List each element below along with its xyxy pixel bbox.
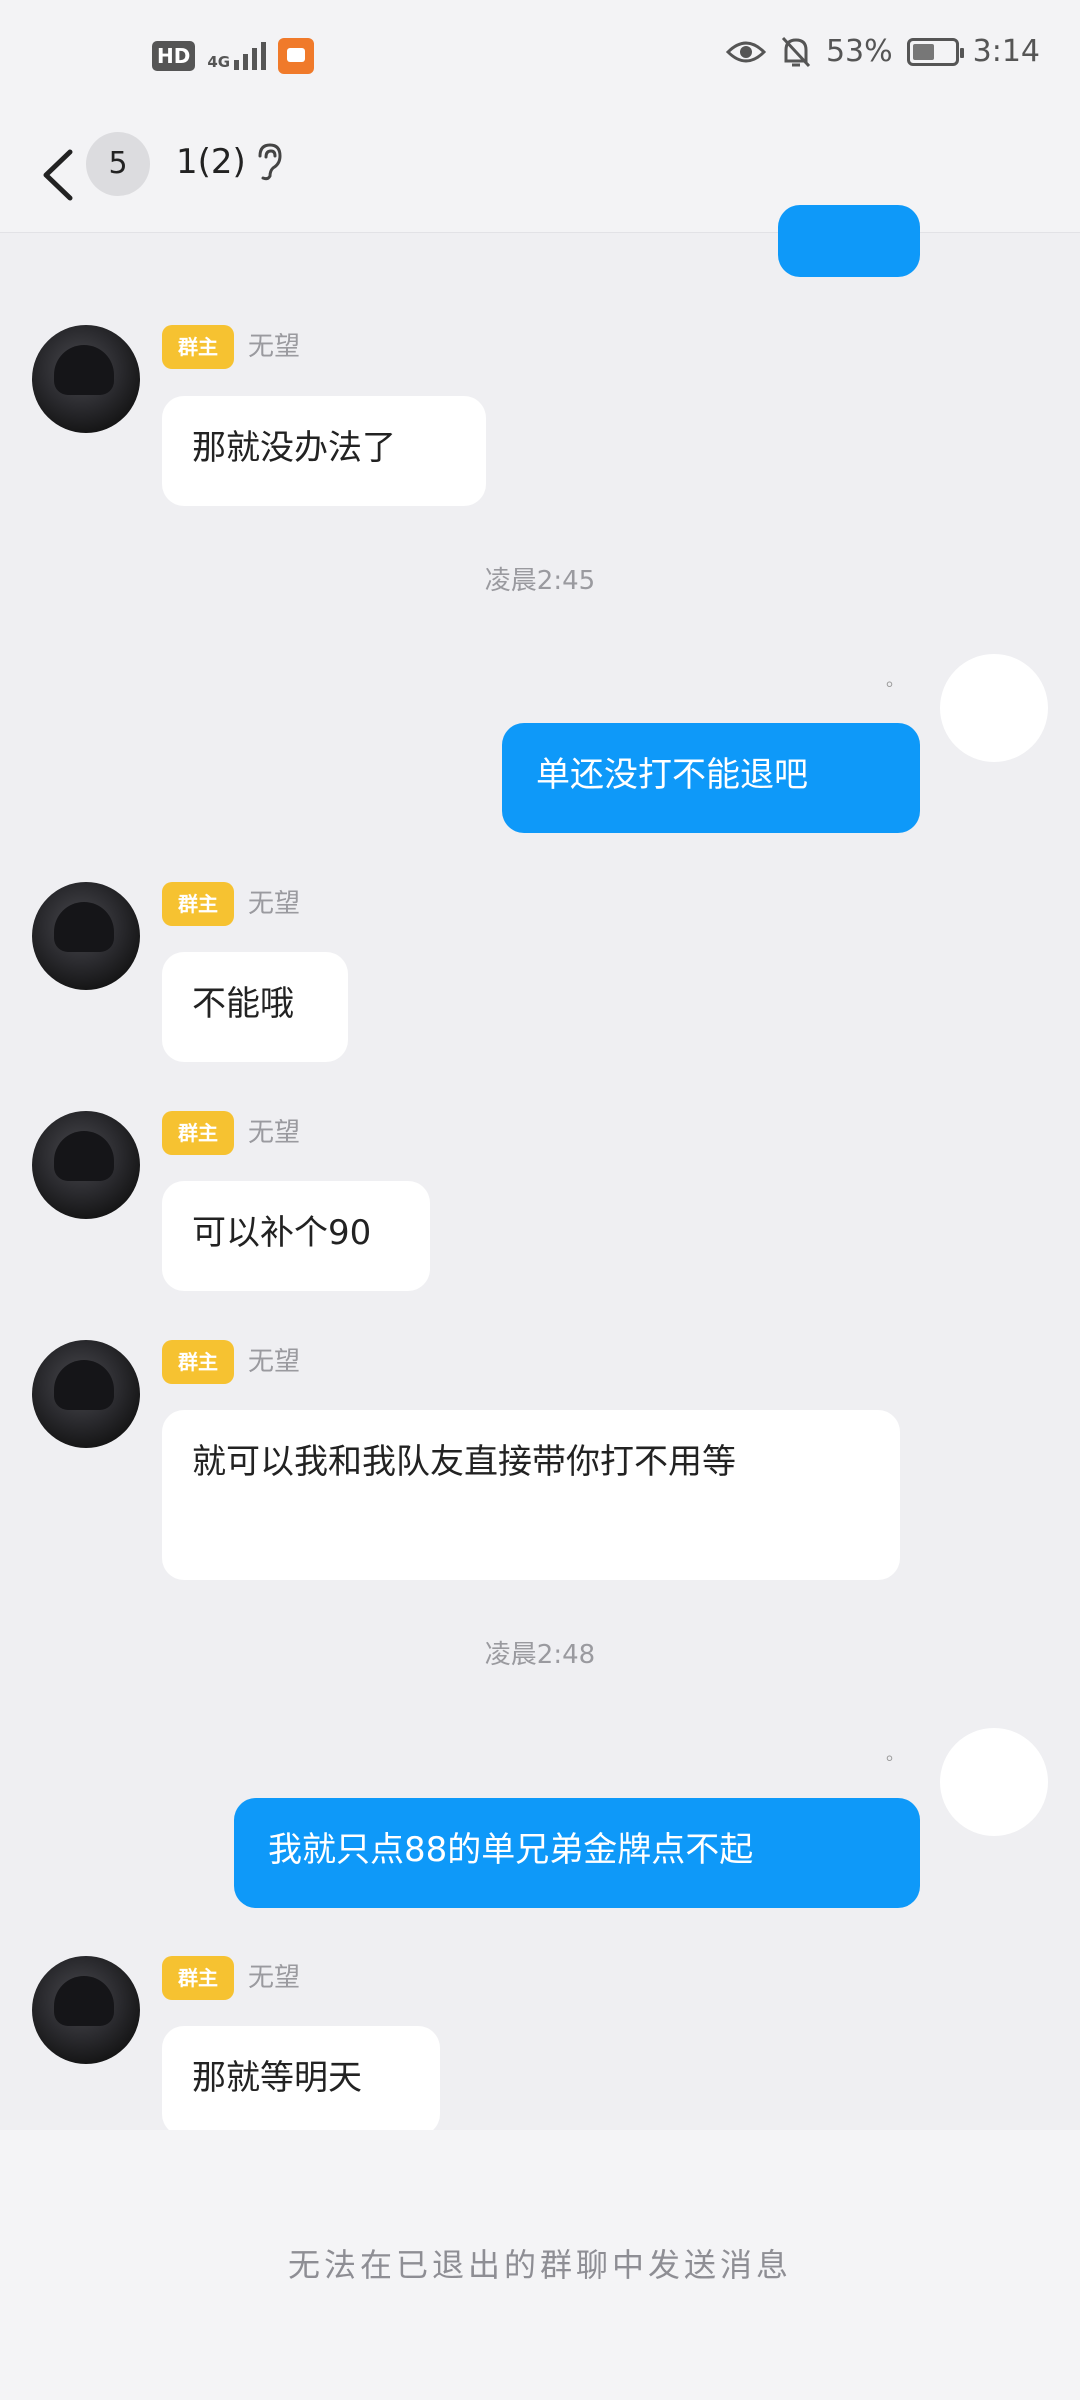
avatar[interactable] [32,1111,140,1219]
sender-name: 无望 [248,332,301,362]
owner-tag: 群主 [162,882,234,926]
status-bar: HD 4G 53% 3:14 [0,0,1080,120]
mute-bell-icon [781,36,811,67]
input-disabled-footer: 无法在已退出的群聊中发送消息 [0,2130,1080,2400]
read-dot-icon: 。 [886,1744,904,1765]
timestamp: 凌晨2:48 [484,1640,596,1670]
hd-badge: HD [152,41,196,71]
sender-name: 无望 [248,889,301,919]
timestamp: 凌晨2:45 [484,566,596,596]
ear-icon[interactable] [254,142,284,182]
outgoing-message[interactable]: 单还没打不能退吧 [502,723,920,833]
sender-name: 无望 [248,1118,301,1148]
owner-tag: 群主 [162,325,234,369]
avatar[interactable] [32,1340,140,1448]
owner-tag: 群主 [162,1340,234,1384]
owner-tag: 群主 [162,1956,234,2000]
chat-title[interactable]: 1(2) [176,142,246,182]
back-arrow-icon[interactable] [30,140,90,210]
eye-icon [725,41,766,62]
network-label: 4G [207,53,231,71]
incoming-message[interactable]: 那就没办法了 [162,396,486,506]
cannot-send-notice: 无法在已退出的群聊中发送消息 [287,2246,792,2284]
sender-name: 无望 [248,1963,301,1993]
status-left: HD 4G [152,38,315,74]
read-dot-icon: 。 [886,670,904,691]
battery-icon [906,37,964,66]
avatar[interactable] [32,1956,140,2064]
signal-icon: 4G [207,42,267,71]
incoming-message[interactable]: 就可以我和我队友直接带你打不用等 [162,1410,900,1580]
clock: 3:14 [972,34,1040,69]
incoming-message[interactable]: 那就等明天 [162,2026,440,2136]
self-avatar[interactable] [940,654,1048,762]
notification-app-icon [278,38,315,74]
status-right: 53% 3:14 [725,34,1040,69]
unread-count-badge[interactable]: 5 [86,132,150,196]
chat-header: 5 1(2) [0,120,1080,233]
outgoing-message[interactable]: 我就只点88的单兄弟金牌点不起 [234,1798,920,1908]
outgoing-bubble-partial[interactable] [778,205,920,277]
avatar[interactable] [32,325,140,433]
incoming-message[interactable]: 可以补个90 [162,1181,430,1291]
battery-percent: 53% [825,34,893,69]
avatar[interactable] [32,882,140,990]
incoming-message[interactable]: 不能哦 [162,952,348,1062]
sender-name: 无望 [248,1347,301,1377]
owner-tag: 群主 [162,1111,234,1155]
self-avatar[interactable] [940,1728,1048,1836]
